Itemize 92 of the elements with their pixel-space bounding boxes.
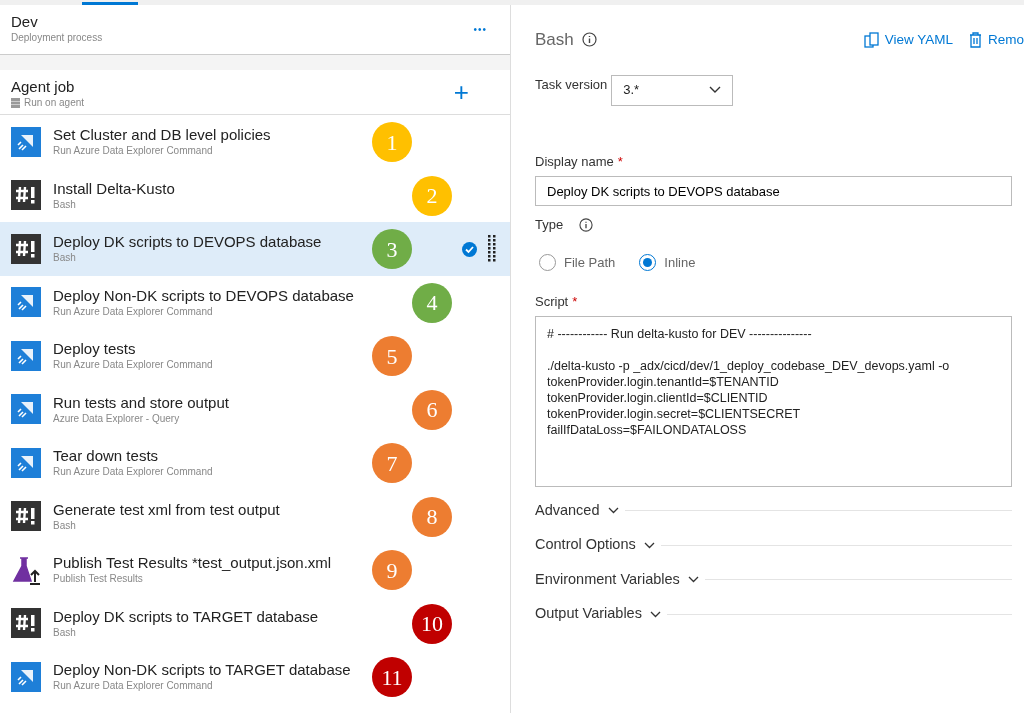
task-subtitle: Bash [53,518,77,532]
stage-title: Dev [11,13,39,31]
task-subtitle: Publish Test Results [53,572,144,586]
version-dropdown[interactable]: 3.* [611,74,734,106]
field-label: Script [535,293,569,311]
task-row[interactable]: Deploy DK scripts to DEVOPS database Bash 3 [0,222,510,276]
step-number-marker: 5 [372,336,412,376]
remove-link[interactable]: Remo [969,29,1024,50]
task-subtitle: Run Azure Data Explorer Command [53,304,214,318]
step-number-marker: 11 [372,657,412,697]
check-icon [462,242,477,257]
task-title: Generate test xml from test output [53,500,280,519]
task-subtitle: Bash [53,625,77,639]
task-row[interactable]: Generate test xml from test output Bash 8 [0,489,510,543]
bash-icon [11,608,41,639]
task-subtitle: Run Azure Data Explorer Command [53,358,213,372]
data-explorer-icon [11,126,41,157]
field-label: Task version [535,75,608,94]
clipboard-icon [863,31,879,48]
script-editor[interactable]: # ------------ Run delta-kusto for DEV --------------- ./delta-kusto -p _adx/cicd/dev/1_deploy_codebase_DEV_devops.yaml -o tokenProvider.login.tenantId=$TENANTID tokenProvider.login.clientId=$CLIENTID tokenProvider.login.secret=$CLIENTSECRET failIfDataLoss=$FAILONDATALOSS [535,315,1012,487]
active-tab-indicator [82,2,138,5]
task-row[interactable]: Deploy Non-DK scripts to TARGET database Run Azure Data Explorer Command 11 [0,650,510,704]
panel-title: Bash [535,29,574,51]
section-toggle[interactable]: Advanced [535,499,619,522]
job-subtitle: Run on agent [24,96,85,109]
field-label: Display name [535,152,614,171]
step-number-marker: 2 [412,175,452,216]
task-subtitle: Bash [53,197,77,211]
data-explorer-icon [11,287,41,318]
task-title: Deploy tests [53,340,137,359]
trash-icon [969,31,982,48]
step-number-marker: 10 [412,603,452,644]
task-row[interactable]: Tear down tests Run Azure Data Explorer Command 7 [0,436,510,490]
field-label: Type [535,216,564,234]
info-icon[interactable] [579,217,594,232]
task-row[interactable]: Deploy tests Run Azure Data Explorer Command 5 [0,329,510,383]
step-number-marker: 4 [412,282,452,323]
more-button[interactable]: ••• [473,22,487,37]
step-number-marker: 9 [372,550,412,590]
drag-handle-icon[interactable] [488,235,496,263]
task-subtitle: Run Azure Data Explorer Command [53,144,214,158]
section-toggle[interactable]: Control Options [535,534,655,557]
add-task-button[interactable]: + [453,79,469,105]
bash-icon [11,501,41,532]
task-title: Install Delta-Kusto [53,179,175,198]
task-title: Tear down tests [53,447,160,466]
data-explorer-icon [11,661,41,692]
task-row[interactable]: Deploy Non-DK scripts to DEVOPS database Run Azure Data Explorer Command 4 [0,275,510,329]
task-row[interactable]: Set Cluster and DB level policies Run Azure Data Explorer Command 1 [0,115,510,169]
bash-icon [11,180,41,211]
chevron-down-icon [709,86,722,94]
task-title: Run tests and store output [53,393,229,412]
data-explorer-icon [11,394,41,425]
section-toggle[interactable]: Environment Variables [535,568,699,591]
task-title: Deploy Non-DK scripts to TARGET database [53,661,351,680]
required-marker: * [572,293,578,311]
radio-label: File Path [564,253,616,272]
stage-subtitle: Deployment process [11,31,103,44]
chevron-down-icon [649,610,661,618]
step-number-marker: 1 [372,122,412,162]
step-number-marker: 6 [412,389,452,430]
flask-upload-icon [11,554,41,585]
chevron-down-icon [643,541,655,549]
data-explorer-icon [11,340,41,371]
required-marker: * [617,152,623,171]
chevron-down-icon [687,576,699,584]
task-row[interactable]: Install Delta-Kusto Bash 2 [0,168,510,222]
task-title: Publish Test Results *test_output.json.xml [53,554,332,573]
info-icon[interactable] [581,32,597,48]
data-explorer-icon [11,447,41,478]
task-title: Set Cluster and DB level policies [53,126,271,145]
task-row[interactable]: Run tests and store output Azure Data Explorer - Query 6 [0,382,510,436]
task-subtitle: Run Azure Data Explorer Command [53,465,213,479]
step-number-marker: 7 [372,443,412,483]
display-name-input[interactable]: Deploy DK scripts to DEVOPS database [535,176,1012,206]
view-yaml-link[interactable]: View YAML [863,29,953,50]
task-row[interactable]: Publish Test Results *test_output.json.xml Publish Test Results 9 [0,543,510,597]
task-row[interactable]: Deploy DK scripts to TARGET database Bash 10 [0,596,510,650]
task-title: Deploy DK scripts to TARGET database [53,607,319,626]
step-number-marker: 3 [372,229,412,269]
server-icon [11,97,20,108]
job-title: Agent job [11,78,76,96]
task-title: Deploy Non-DK scripts to DEVOPS database [53,286,354,305]
task-subtitle: Bash [53,251,77,265]
task-subtitle: Azure Data Explorer - Query [53,411,181,425]
bash-icon [11,233,41,264]
step-number-marker: 8 [412,496,452,537]
chevron-down-icon [607,507,619,515]
radio-label: Inline [664,253,696,272]
task-title: Deploy DK scripts to DEVOPS database [53,233,322,252]
section-toggle[interactable]: Output Variables [535,603,661,626]
task-subtitle: Run Azure Data Explorer Command [53,679,214,693]
